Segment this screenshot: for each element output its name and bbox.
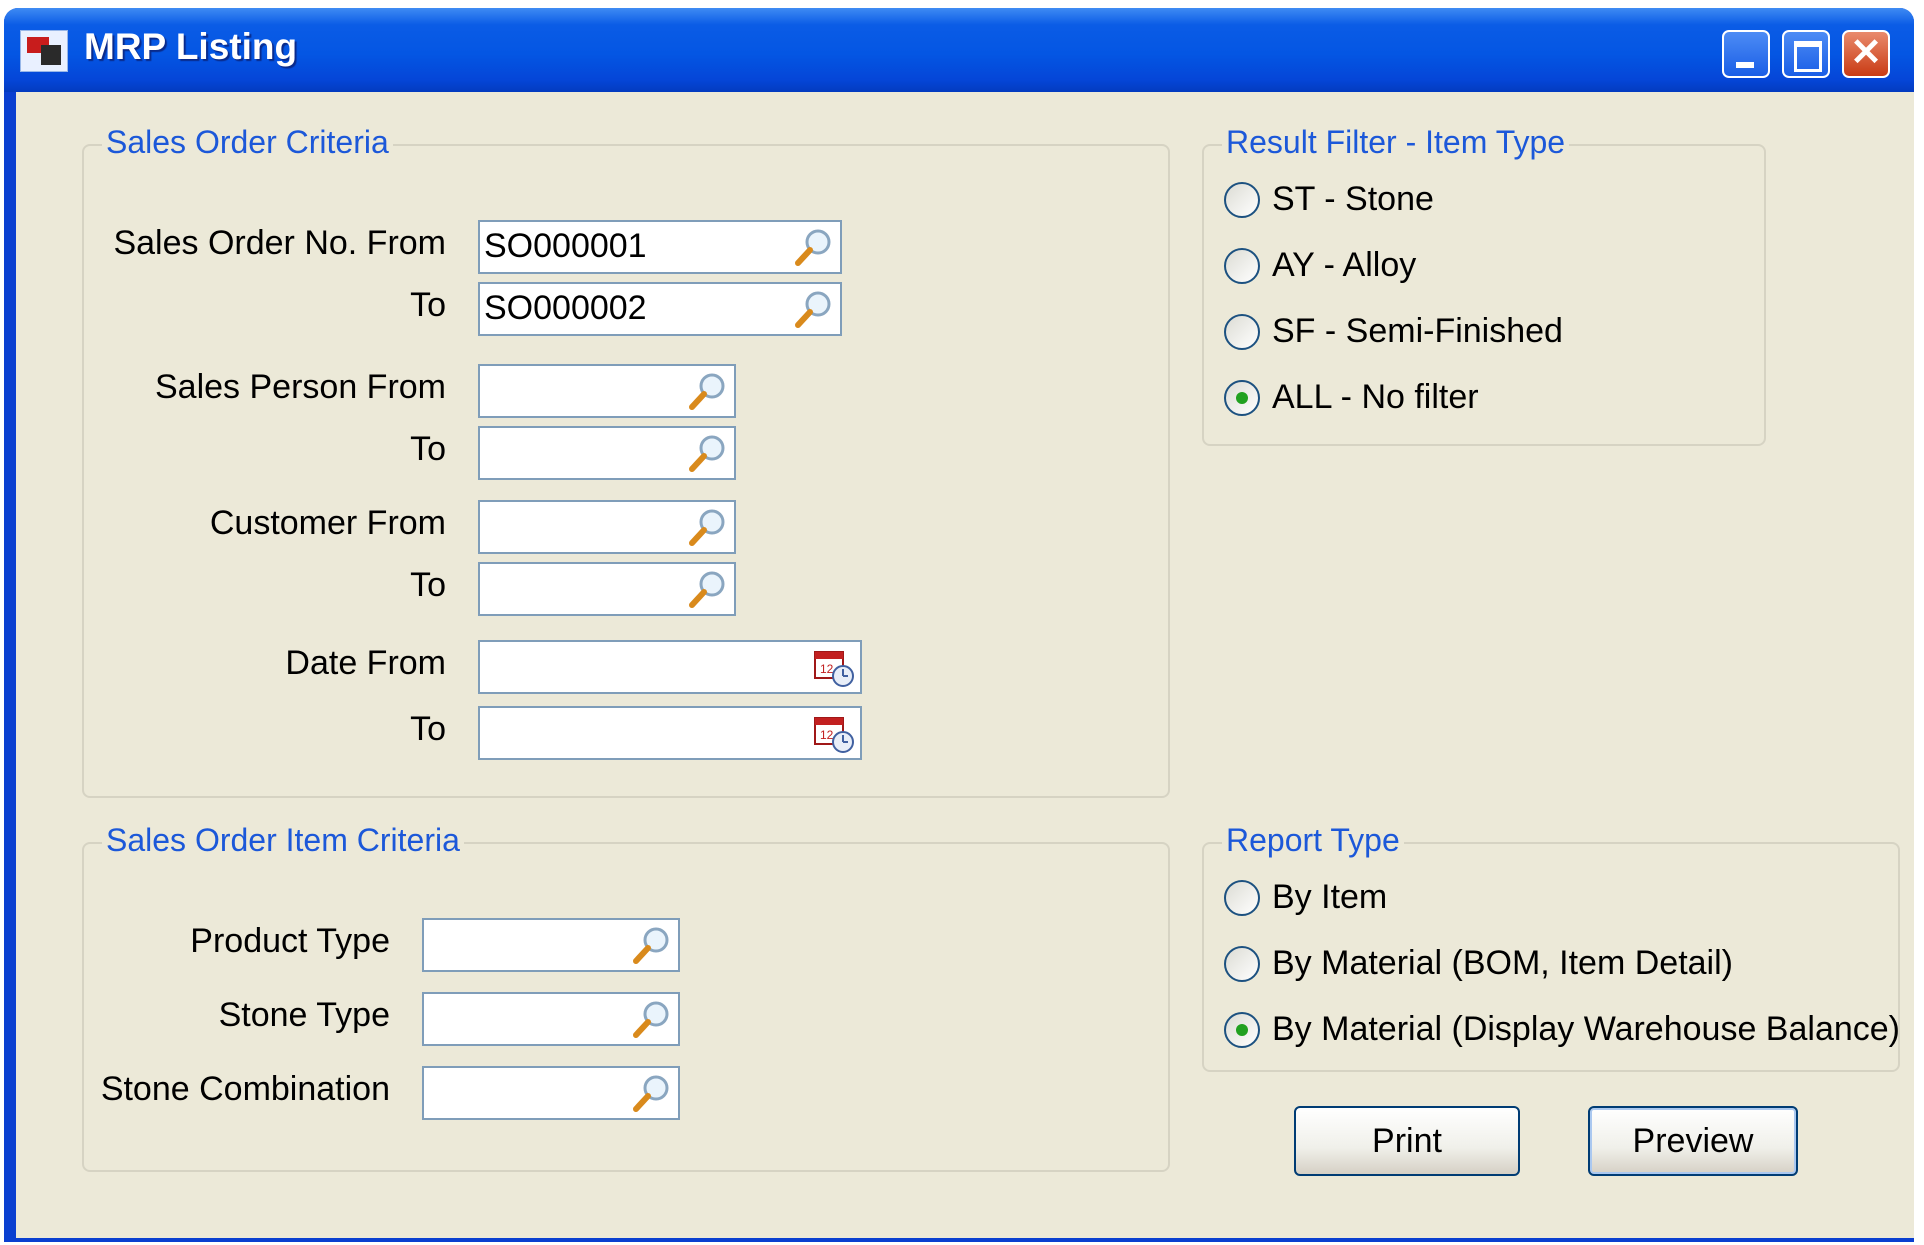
window-title: MRP Listing <box>84 26 298 67</box>
magnifier-icon[interactable] <box>686 370 730 412</box>
sales-person-to-field <box>478 426 736 480</box>
svg-text:12: 12 <box>820 728 834 742</box>
magnifier-icon[interactable] <box>792 288 836 330</box>
close-button[interactable]: ✕ <box>1842 30 1890 78</box>
date-to-input[interactable] <box>484 712 804 752</box>
radio-label: SF - Semi-Finished <box>1272 312 1563 350</box>
result-filter-legend: Result Filter - Item Type <box>1222 124 1570 161</box>
radio-label: By Material (BOM, Item Detail) <box>1272 944 1733 982</box>
magnifier-icon[interactable] <box>630 998 674 1040</box>
sales-person-from-input[interactable] <box>484 370 680 410</box>
radio-label: AY - Alloy <box>1272 246 1417 284</box>
magnifier-icon[interactable] <box>630 924 674 966</box>
radio-button[interactable] <box>1224 182 1260 218</box>
svg-text:12: 12 <box>820 662 834 676</box>
magnifier-icon[interactable] <box>792 226 836 268</box>
radio-label: ST - Stone <box>1272 180 1434 218</box>
so-to-field <box>478 282 842 336</box>
magnifier-icon[interactable] <box>686 568 730 610</box>
sales-person-from-field <box>478 364 736 418</box>
print-button[interactable]: Print <box>1294 1106 1520 1176</box>
radio-selected-dot <box>1236 392 1248 404</box>
radio-label: ALL - No filter <box>1272 378 1479 416</box>
sales-order-item-criteria-legend: Sales Order Item Criteria <box>102 822 464 859</box>
stone-type-field <box>422 992 680 1046</box>
stone-combination-input[interactable] <box>428 1072 624 1112</box>
radio-label: By Material (Display Warehouse Balance) <box>1272 1010 1900 1048</box>
so-from-field <box>478 220 842 274</box>
preview-button[interactable]: Preview <box>1588 1106 1798 1176</box>
stone-combination-label: Stone Combination <box>100 1070 390 1108</box>
radio-label: By Item <box>1272 878 1388 916</box>
customer-to-input[interactable] <box>484 568 680 608</box>
close-icon: ✕ <box>1850 32 1882 74</box>
so-to-input[interactable] <box>484 288 784 328</box>
sales-person-to-label: To <box>410 430 446 468</box>
customer-from-field <box>478 500 736 554</box>
date-to-field: 12 <box>478 706 862 760</box>
minimize-icon <box>1736 62 1754 68</box>
maximize-button[interactable] <box>1782 30 1830 78</box>
date-from-field: 12 <box>478 640 862 694</box>
so-to-label: To <box>410 286 446 324</box>
so-from-input[interactable] <box>484 226 784 266</box>
stone-combination-field <box>422 1066 680 1120</box>
date-from-label: Date From <box>285 644 446 682</box>
mrp-listing-window: MRP Listing ✕ Sales Order Criteria Sales… <box>4 8 1914 1242</box>
app-icon <box>20 30 68 72</box>
magnifier-icon[interactable] <box>630 1072 674 1114</box>
radio-button[interactable] <box>1224 248 1260 284</box>
radio-button[interactable] <box>1224 1012 1260 1048</box>
maximize-icon <box>1794 41 1822 72</box>
date-from-input[interactable] <box>484 646 804 686</box>
sales-order-criteria-legend: Sales Order Criteria <box>102 124 393 161</box>
stone-type-label: Stone Type <box>218 996 390 1034</box>
magnifier-icon[interactable] <box>686 432 730 474</box>
title-bar[interactable]: MRP Listing ✕ <box>4 8 1914 92</box>
radio-button[interactable] <box>1224 380 1260 416</box>
calendar-clock-icon[interactable]: 12 <box>812 646 856 688</box>
radio-selected-dot <box>1236 1024 1248 1036</box>
product-type-field <box>422 918 680 972</box>
customer-from-label: Customer From <box>209 504 446 542</box>
date-to-label: To <box>410 710 446 748</box>
report-type-legend: Report Type <box>1222 822 1404 859</box>
product-type-label: Product Type <box>190 922 390 960</box>
customer-to-label: To <box>410 566 446 604</box>
stone-type-input[interactable] <box>428 998 624 1038</box>
minimize-button[interactable] <box>1722 30 1770 78</box>
magnifier-icon[interactable] <box>686 506 730 548</box>
customer-from-input[interactable] <box>484 506 680 546</box>
dialog-body: Sales Order Criteria Sales Order No. Fro… <box>16 92 1914 1238</box>
so-from-label: Sales Order No. From <box>113 224 446 262</box>
calendar-clock-icon[interactable]: 12 <box>812 712 856 754</box>
sales-person-to-input[interactable] <box>484 432 680 472</box>
customer-to-field <box>478 562 736 616</box>
sales-person-from-label: Sales Person From <box>155 368 446 406</box>
radio-button[interactable] <box>1224 946 1260 982</box>
radio-button[interactable] <box>1224 880 1260 916</box>
radio-button[interactable] <box>1224 314 1260 350</box>
product-type-input[interactable] <box>428 924 624 964</box>
